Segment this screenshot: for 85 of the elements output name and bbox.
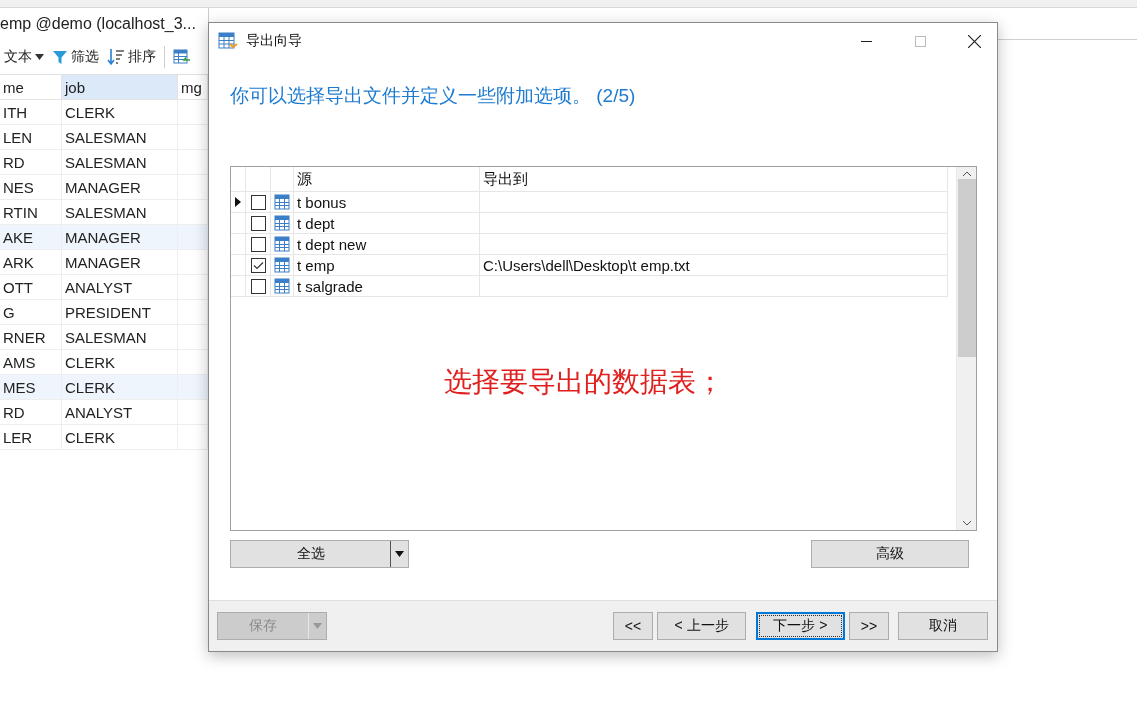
table-cell: t bonus — [294, 192, 480, 213]
window-title: 导出向导 — [246, 32, 303, 50]
table-cell: RD — [0, 400, 62, 425]
select-all-button[interactable]: 全选 — [231, 541, 390, 567]
table-cell: ANALYST — [62, 400, 178, 425]
row-indicator-cell[interactable] — [231, 192, 246, 213]
table-cell: t emp — [294, 255, 480, 276]
table-cell: CLERK — [62, 375, 178, 400]
checkbox[interactable] — [250, 278, 266, 294]
select-all-split-button[interactable]: 全选 — [230, 540, 409, 568]
wizard-nav-button[interactable]: >> — [849, 612, 889, 640]
table-cell: LEN — [0, 125, 62, 150]
current-row-icon — [235, 197, 241, 207]
toolbar-button[interactable]: 排序 — [107, 48, 156, 66]
wizard-nav-button[interactable]: << — [613, 612, 653, 640]
wizard-nav-button[interactable]: < 上一步 — [657, 612, 746, 640]
table-cell — [178, 375, 208, 400]
table-cell: LER — [0, 425, 62, 450]
table-cell: SALESMAN — [62, 200, 178, 225]
checkbox[interactable] — [250, 257, 266, 273]
table-cell: SALESMAN — [62, 150, 178, 175]
table-cell: MANAGER — [62, 175, 178, 200]
column-header[interactable]: 导出到 — [480, 167, 948, 192]
checkbox[interactable] — [250, 194, 266, 210]
column-header[interactable]: 源 — [294, 167, 480, 192]
table-icon — [274, 194, 290, 210]
table-cell: SALESMAN — [62, 325, 178, 350]
toolbar-button[interactable]: 筛选 — [52, 48, 99, 66]
table-cell: C:\Users\dell\Desktop\t emp.txt — [480, 255, 948, 276]
table-icon — [274, 236, 290, 252]
caret-icon — [35, 54, 44, 60]
table-cell: ITH — [0, 100, 62, 125]
cancel-button[interactable]: 取消 — [898, 612, 988, 640]
maximize-icon — [914, 35, 926, 47]
wizard-heading: 你可以选择导出文件并定义一些附加选项。 (2/5) — [229, 84, 637, 108]
table-cell: ARK — [0, 250, 62, 275]
table-icon[interactable] — [173, 49, 191, 65]
caret-icon — [395, 551, 404, 557]
table-cell: AKE — [0, 225, 62, 250]
tab-title[interactable]: emp @demo (localhost_3... — [0, 7, 209, 40]
table-icon — [274, 278, 290, 294]
table-cell: MANAGER — [62, 250, 178, 275]
table-cell: OTT — [0, 275, 62, 300]
table-cell — [178, 225, 208, 250]
scrollbar[interactable] — [956, 167, 976, 530]
table-cell: SALESMAN — [62, 125, 178, 150]
table-cell: RTIN — [0, 200, 62, 225]
table-cell: RNER — [0, 325, 62, 350]
caret-icon — [313, 623, 322, 629]
column-header[interactable]: mg — [178, 75, 208, 100]
column-header[interactable]: job — [62, 75, 178, 100]
row-indicator-cell[interactable] — [231, 234, 246, 255]
table-cell: CLERK — [62, 425, 178, 450]
wizard-nav-button[interactable]: 下一步 > — [756, 612, 845, 640]
filter-icon — [52, 49, 68, 65]
table-cell: NES — [0, 175, 62, 200]
advanced-button[interactable]: 高级 — [811, 540, 969, 568]
table-cell: CLERK — [62, 350, 178, 375]
table-cell: t dept — [294, 213, 480, 234]
row-indicator-cell[interactable] — [231, 213, 246, 234]
column-header[interactable]: me — [0, 75, 62, 100]
table-cell: MANAGER — [62, 225, 178, 250]
table-cell: t dept new — [294, 234, 480, 255]
table-cell: PRESIDENT — [62, 300, 178, 325]
table-cell: CLERK — [62, 100, 178, 125]
table-icon — [274, 215, 290, 231]
table-cell: t salgrade — [294, 276, 480, 297]
sort-icon — [107, 48, 125, 66]
checkbox[interactable] — [250, 236, 266, 252]
row-indicator-cell[interactable] — [231, 255, 246, 276]
table-cell: RD — [0, 150, 62, 175]
annotation-text: 选择要导出的数据表； — [442, 365, 725, 399]
table-cell: ANALYST — [62, 275, 178, 300]
table-cell: AMS — [0, 350, 62, 375]
table-cell: MES — [0, 375, 62, 400]
scroll-down-icon[interactable] — [961, 520, 972, 526]
table-icon — [274, 257, 290, 273]
toolbar-button[interactable]: 文本 — [4, 48, 44, 66]
row-indicator-cell[interactable] — [231, 276, 246, 297]
checkbox[interactable] — [250, 215, 266, 231]
minimize-icon — [860, 40, 872, 42]
close-icon — [967, 34, 981, 48]
scroll-up-icon[interactable] — [961, 171, 972, 177]
table-export-icon — [218, 32, 238, 50]
table-cell: G — [0, 300, 62, 325]
